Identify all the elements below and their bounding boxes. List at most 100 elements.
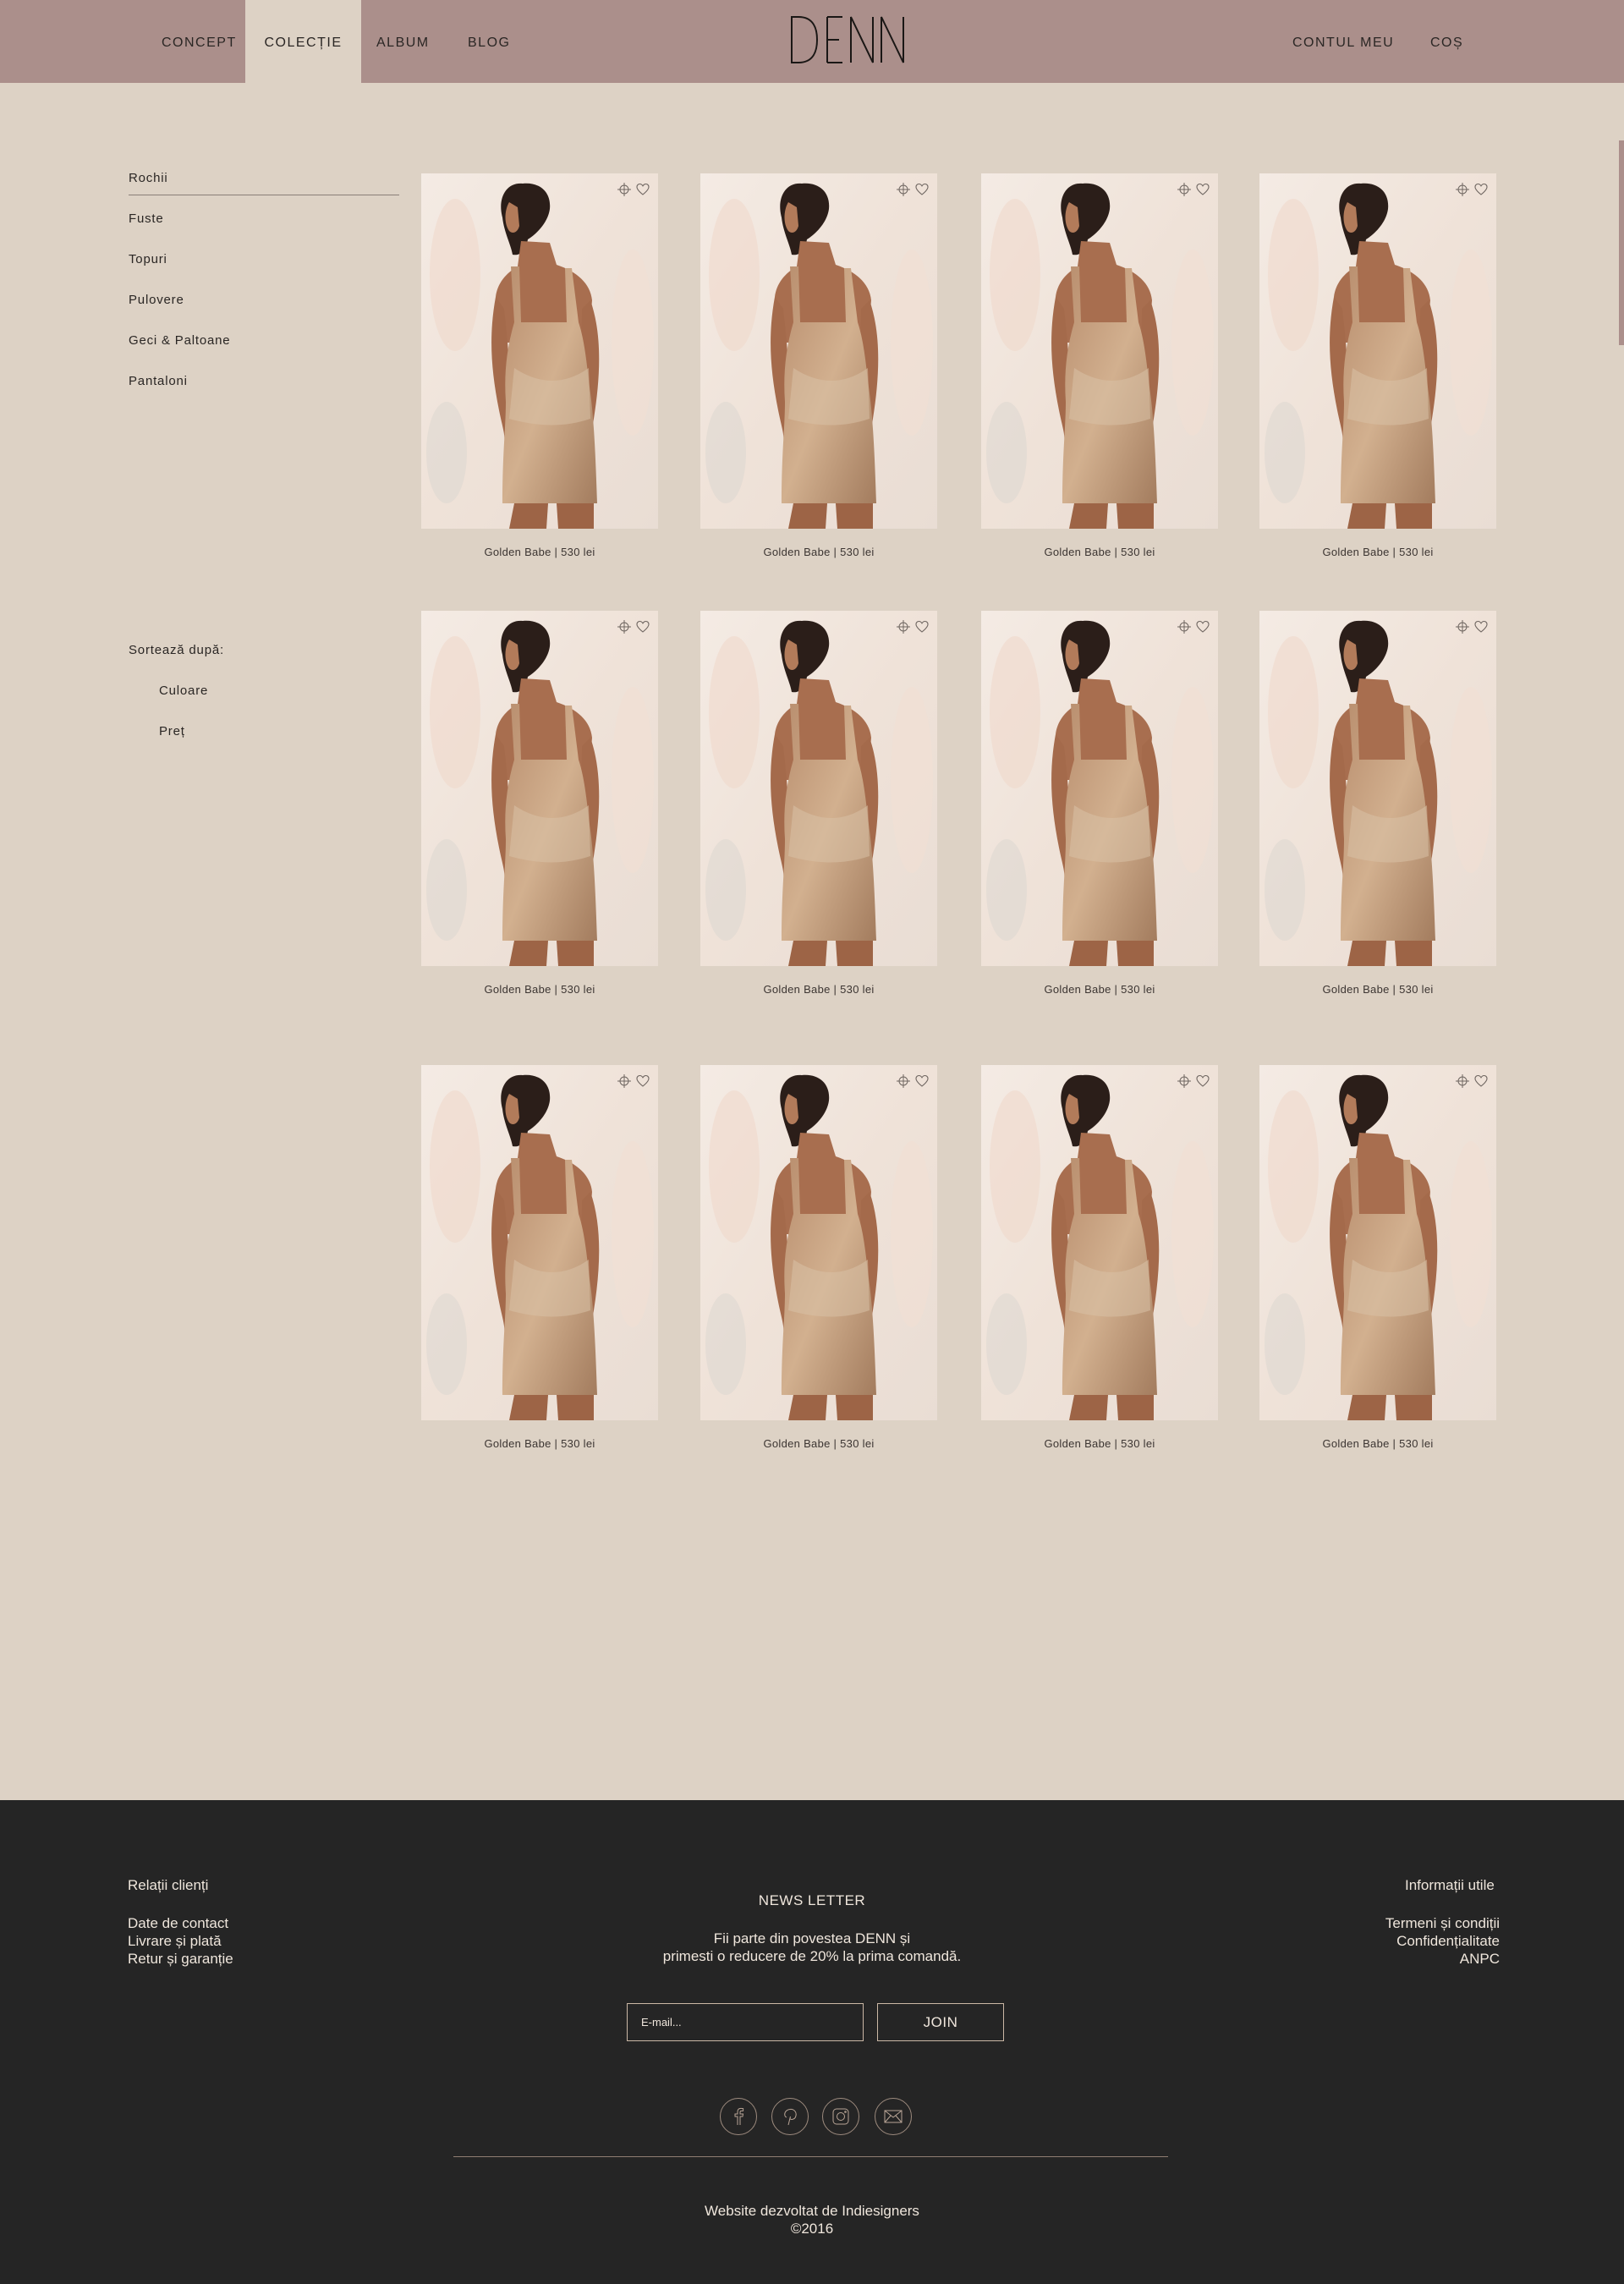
heart-icon[interactable] (1195, 182, 1210, 197)
product-card-9[interactable]: Golden Babe | 530 lei (421, 1065, 658, 1450)
product-card-12[interactable]: Golden Babe | 530 lei (1259, 1065, 1496, 1450)
product-image[interactable] (421, 611, 658, 966)
category-topuri[interactable]: Topuri (129, 252, 167, 266)
mail-icon[interactable] (875, 2098, 912, 2135)
product-photo (700, 173, 937, 529)
heart-icon[interactable] (914, 619, 930, 634)
product-card-5[interactable]: Golden Babe | 530 lei (421, 611, 658, 996)
product-card-2[interactable]: Golden Babe | 530 lei (700, 173, 937, 558)
product-card-3[interactable]: Golden Babe | 530 lei (981, 173, 1218, 558)
nav-concept[interactable]: CONCEPT (162, 0, 237, 83)
pinterest-icon[interactable] (771, 2098, 809, 2135)
product-caption[interactable]: Golden Babe | 530 lei (421, 1437, 658, 1450)
footer-link-anpc[interactable]: ANPC (1460, 1950, 1500, 1968)
product-caption[interactable]: Golden Babe | 530 lei (1259, 1437, 1496, 1450)
quick-view-icon[interactable] (896, 1073, 911, 1089)
category-rochii[interactable]: Rochii (129, 171, 167, 185)
footer-link-privacy[interactable]: Confidențialitate (1396, 1932, 1500, 1950)
newsletter-email-input[interactable] (627, 2003, 864, 2041)
quick-view-icon[interactable] (896, 619, 911, 634)
facebook-icon[interactable] (720, 2098, 757, 2135)
newsletter-join-button[interactable]: JOIN (877, 2003, 1004, 2041)
product-card-10[interactable]: Golden Babe | 530 lei (700, 1065, 937, 1450)
nav-blog[interactable]: BLOG (468, 0, 510, 83)
product-photo (700, 1065, 937, 1420)
product-image[interactable] (981, 1065, 1218, 1420)
category-pulovere[interactable]: Pulovere (129, 293, 184, 307)
quick-view-icon[interactable] (1455, 1073, 1470, 1089)
product-image[interactable] (421, 1065, 658, 1420)
quick-view-icon[interactable] (1177, 619, 1192, 634)
heart-icon[interactable] (635, 1073, 650, 1089)
product-image[interactable] (1259, 611, 1496, 966)
product-caption[interactable]: Golden Babe | 530 lei (421, 983, 658, 996)
product-image[interactable] (981, 173, 1218, 529)
product-photo (981, 611, 1218, 966)
product-image[interactable] (421, 173, 658, 529)
product-card-6[interactable]: Golden Babe | 530 lei (700, 611, 937, 996)
footer-link-terms[interactable]: Termeni și condiții (1385, 1914, 1500, 1932)
sort-by-price[interactable]: Preț (159, 724, 185, 738)
heart-icon[interactable] (914, 1073, 930, 1089)
sort-by-color[interactable]: Culoare (159, 684, 208, 698)
product-card-11[interactable]: Golden Babe | 530 lei (981, 1065, 1218, 1450)
product-photo (700, 611, 937, 966)
newsletter-text-line-1: Fii parte din povestea DENN și (713, 1930, 911, 1946)
instagram-icon[interactable] (822, 2098, 859, 2135)
product-photo (421, 611, 658, 966)
sort-label: Sortează după: (129, 643, 224, 657)
quick-view-icon[interactable] (1177, 1073, 1192, 1089)
product-caption[interactable]: Golden Babe | 530 lei (1259, 546, 1496, 558)
product-caption[interactable]: Golden Babe | 530 lei (700, 546, 937, 558)
quick-view-icon[interactable] (1455, 619, 1470, 634)
product-caption[interactable]: Golden Babe | 530 lei (981, 1437, 1218, 1450)
product-caption[interactable]: Golden Babe | 530 lei (981, 546, 1218, 558)
heart-icon[interactable] (914, 182, 930, 197)
developer-credit[interactable]: Website dezvoltat de Indiesigners (0, 2203, 1624, 2220)
product-card-1[interactable]: Golden Babe | 530 lei (421, 173, 658, 558)
quick-view-icon[interactable] (896, 182, 911, 197)
footer-link-contact[interactable]: Date de contact (128, 1914, 228, 1932)
quick-view-icon[interactable] (1177, 182, 1192, 197)
heart-icon[interactable] (1195, 619, 1210, 634)
category-geci-paltoane[interactable]: Geci & Paltoane (129, 333, 230, 348)
nav-album[interactable]: ALBUM (376, 0, 430, 83)
product-image[interactable] (981, 611, 1218, 966)
product-caption[interactable]: Golden Babe | 530 lei (700, 1437, 937, 1450)
category-fuste[interactable]: Fuste (129, 211, 164, 226)
product-photo (1259, 173, 1496, 529)
product-card-4[interactable]: Golden Babe | 530 lei (1259, 173, 1496, 558)
product-card-8[interactable]: Golden Babe | 530 lei (1259, 611, 1496, 996)
quick-view-icon[interactable] (617, 182, 632, 197)
heart-icon[interactable] (1195, 1073, 1210, 1089)
nav-cart[interactable]: COȘ (1430, 0, 1463, 83)
quick-view-icon[interactable] (617, 619, 632, 634)
heart-icon[interactable] (1473, 1073, 1489, 1089)
nav-account[interactable]: CONTUL MEU (1292, 0, 1394, 83)
product-caption[interactable]: Golden Babe | 530 lei (700, 983, 937, 996)
footer-useful-info-heading: Informații utile (1405, 1877, 1495, 1893)
footer-customer-relations-heading: Relații clienți (128, 1877, 209, 1893)
product-photo (981, 1065, 1218, 1420)
heart-icon[interactable] (635, 182, 650, 197)
product-image[interactable] (1259, 173, 1496, 529)
quick-view-icon[interactable] (1455, 182, 1470, 197)
product-caption[interactable]: Golden Babe | 530 lei (981, 983, 1218, 996)
product-image[interactable] (1259, 1065, 1496, 1420)
product-card-7[interactable]: Golden Babe | 530 lei (981, 611, 1218, 996)
quick-view-icon[interactable] (617, 1073, 632, 1089)
product-caption[interactable]: Golden Babe | 530 lei (421, 546, 658, 558)
category-pantaloni[interactable]: Pantaloni (129, 374, 188, 388)
heart-icon[interactable] (1473, 619, 1489, 634)
page-scrollbar[interactable] (1619, 140, 1624, 345)
heart-icon[interactable] (635, 619, 650, 634)
nav-colectie[interactable]: COLECȚIE (245, 0, 361, 83)
product-photo (1259, 611, 1496, 966)
heart-icon[interactable] (1473, 182, 1489, 197)
product-image[interactable] (700, 173, 937, 529)
product-caption[interactable]: Golden Babe | 530 lei (1259, 983, 1496, 996)
product-image[interactable] (700, 611, 937, 966)
product-image[interactable] (700, 1065, 937, 1420)
product-photo (981, 173, 1218, 529)
denn-logo[interactable] (788, 14, 908, 66)
